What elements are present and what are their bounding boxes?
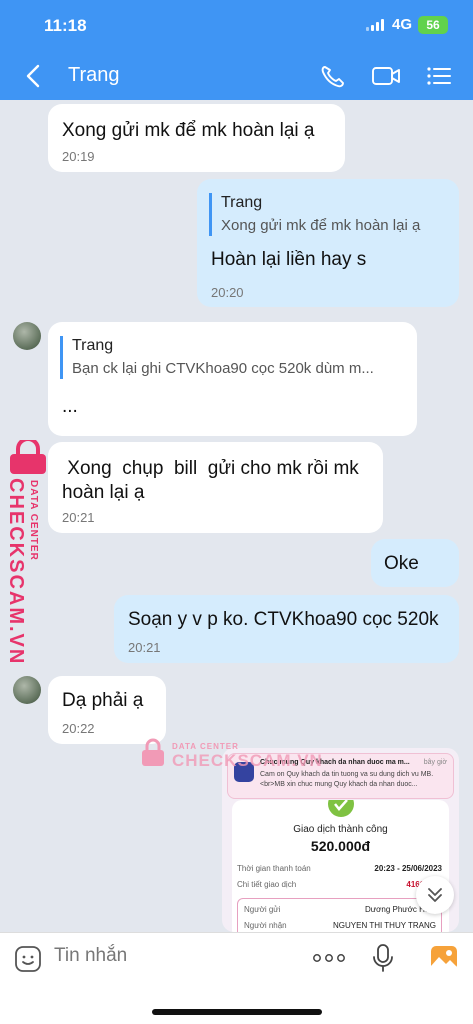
quoted-sender: Trang xyxy=(221,194,263,211)
status-time: 11:18 xyxy=(44,16,87,35)
message-text-line: hoàn lại ạ xyxy=(62,482,145,503)
message-bubble[interactable]: Dạ phải ạ 20:22 xyxy=(48,676,166,744)
watermark-text: CHECKSCAM.VN xyxy=(5,478,27,666)
contact-name[interactable]: Trang xyxy=(68,64,120,87)
quoted-message[interactable]: Trang Bạn ck lại ghi CTVKhoa90 cọc 520k … xyxy=(60,336,374,379)
status-bar: 11:18 4G 56 xyxy=(0,0,473,52)
receipt-row-value: 20:23 - 25/06/2023 xyxy=(374,864,442,873)
avatar[interactable] xyxy=(13,676,41,704)
message-text: Xong gửi mk để mk hoàn lại ạ xyxy=(62,120,315,141)
composer-bar: Tin nhắn xyxy=(0,932,473,1024)
receipt-row-label: Thời gian thanh toán xyxy=(237,864,311,873)
receipt-row-label: Người nhận xyxy=(244,921,287,930)
watermark-subtext: DATA CENTER xyxy=(172,742,239,751)
battery-icon: 56 xyxy=(418,16,448,34)
quoted-text: Bạn ck lại ghi CTVKhoa90 cọc 520k dùm m.… xyxy=(72,360,374,377)
chevron-left-icon[interactable] xyxy=(22,62,46,90)
watermark-text: CHECKSCAM.VN xyxy=(172,751,323,770)
gallery-icon[interactable] xyxy=(430,945,458,971)
receipt-row: Thời gian thanh toán 20:23 - 25/06/2023 xyxy=(237,864,442,873)
success-check-icon xyxy=(328,800,354,817)
message-time: 20:20 xyxy=(211,285,244,300)
phone-icon[interactable] xyxy=(320,64,346,88)
message-bubble[interactable]: Xong chụp bill gửi cho mk rồi mk hoàn lạ… xyxy=(48,442,383,533)
message-time: 20:22 xyxy=(62,721,95,736)
lock-icon xyxy=(142,738,164,766)
message-text: Oke xyxy=(384,553,419,574)
message-bubble[interactable]: Trang Xong gửi mk để mk hoàn lại ạ Hoàn … xyxy=(197,179,459,307)
message-time: 20:19 xyxy=(62,149,95,164)
parties-box: Người gửi Dương Phước Hu... Người nhận N… xyxy=(237,898,442,932)
scroll-down-button[interactable] xyxy=(416,876,454,914)
receipt-row: Người gửi Dương Phước Hu... xyxy=(244,905,436,914)
watermark-subtext: DATA CENTER xyxy=(28,480,39,561)
menu-list-icon[interactable] xyxy=(426,64,452,88)
video-call-icon[interactable] xyxy=(371,64,401,88)
receipt-row-label: Người gửi xyxy=(244,905,281,914)
message-time: 20:21 xyxy=(128,640,161,655)
top-bar: 11:18 4G 56 Trang xyxy=(0,0,473,100)
lock-icon xyxy=(10,440,46,474)
sticker-icon[interactable] xyxy=(14,945,42,973)
transaction-amount: 520.000đ xyxy=(310,838,371,854)
quoted-sender: Trang xyxy=(72,337,114,354)
message-bubble[interactable]: Oke xyxy=(371,539,459,587)
quoted-text: Xong gửi mk để mk hoàn lại ạ xyxy=(221,217,421,234)
message-text-line: Xong chụp bill gửi cho mk rồi mk xyxy=(62,458,359,479)
signal-icon xyxy=(366,19,386,31)
avatar[interactable] xyxy=(13,322,41,350)
message-time: 20:21 xyxy=(62,510,95,525)
message-bubble[interactable]: Soạn y v p ko. CTVKhoa90 cọc 520k 20:21 xyxy=(114,595,459,663)
message-input[interactable]: Tin nhắn xyxy=(54,945,127,967)
transaction-status: Giao dịch thành công xyxy=(293,824,388,835)
home-indicator xyxy=(152,1009,322,1015)
network-label: 4G xyxy=(392,16,413,33)
microphone-icon[interactable] xyxy=(372,943,394,973)
message-bubble[interactable]: Xong gửi mk để mk hoàn lại ạ 20:19 xyxy=(48,104,345,172)
message-text: Soạn y v p ko. CTVKhoa90 cọc 520k xyxy=(128,609,439,630)
message-text: Hoàn lại liền hay s xyxy=(211,249,367,270)
receipt-row: Chi tiết giao dịch 41618423 xyxy=(237,880,442,889)
message-bubble[interactable]: Trang Bạn ck lại ghi CTVKhoa90 cọc 520k … xyxy=(48,322,417,436)
message-text: Dạ phải ạ xyxy=(62,690,144,711)
receipt-row: Người nhận NGUYEN THI THUY TRANG xyxy=(244,921,436,930)
chat-header: Trang xyxy=(0,52,473,100)
message-text: ... xyxy=(62,396,78,417)
notification-body: Cam on Quy khach da tin tuong va su dung… xyxy=(260,771,434,788)
notification-time: bây giờ xyxy=(423,759,447,766)
receipt-row-value: NGUYEN THI THUY TRANG xyxy=(333,921,436,930)
more-options-icon[interactable] xyxy=(312,948,346,968)
double-chevron-down-icon xyxy=(428,888,442,902)
receipt-row-label: Chi tiết giao dịch xyxy=(237,880,297,889)
quoted-message[interactable]: Trang Xong gửi mk để mk hoàn lại ạ xyxy=(209,193,420,236)
